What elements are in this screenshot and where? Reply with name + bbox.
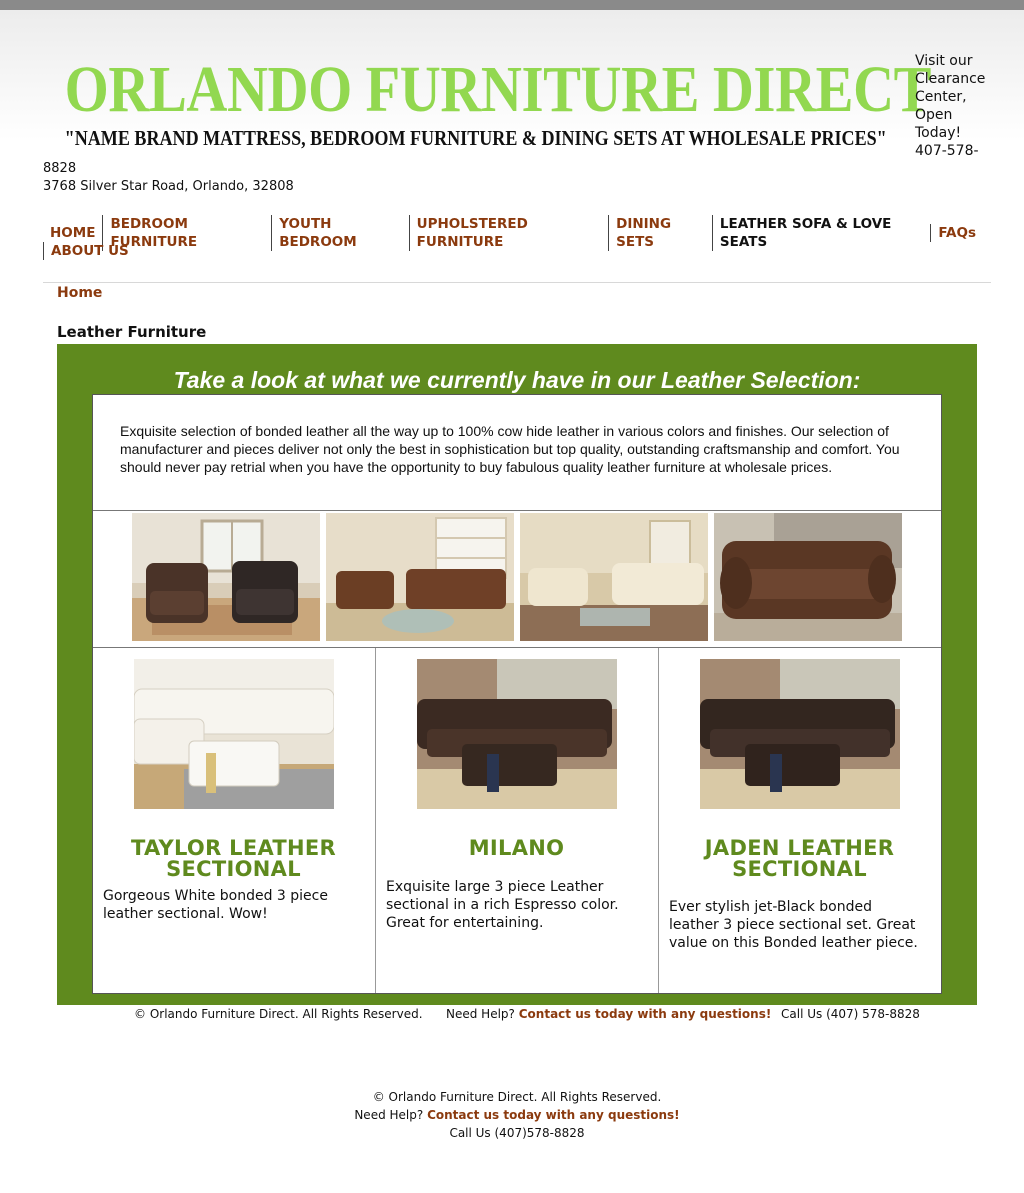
column-divider [658,648,659,993]
clearance-line: Open [915,107,953,123]
black-sectional-photo[interactable] [700,659,900,809]
product-title[interactable]: JADEN LEATHER SECTIONAL [658,838,941,880]
nav-home[interactable]: HOME [43,224,102,242]
nav-about-us[interactable]: ABOUT US [43,242,136,260]
footer-help-label: Need Help? [446,1007,515,1021]
clearance-line: 407-578- [915,143,979,159]
footer-help: Need Help? Contact us today with any que… [0,1106,1024,1124]
product-description: Exquisite large 3 piece Leather sectiona… [386,879,619,931]
store-address: 8828 3768 Silver Star Road, Orlando, 328… [43,160,294,196]
product-description: Ever stylish jet-Black bonded leather 3 … [669,899,918,951]
product-title-line: TAYLOR LEATHER [130,836,337,860]
clearance-notice: Visit our Clearance Center, Open Today! … [915,52,1015,160]
nav-row: HOME BEDROOM FURNITURE YOUTH BEDROOM UPH… [43,215,983,251]
top-bar [0,0,1024,10]
address-line: 3768 Silver Star Road, Orlando, 32808 [43,179,294,194]
nav-faqs[interactable]: FAQs [930,224,983,242]
breadcrumb-home[interactable]: Home [57,284,102,302]
brown-sofa-set-photo [326,513,514,641]
nav-leather-sofa[interactable]: LEATHER SOFA & LOVE SEATS [711,215,930,251]
main-nav: HOME BEDROOM FURNITURE YOUTH BEDROOM UPH… [43,215,983,260]
product-title[interactable]: TAYLOR LEATHER SECTIONAL [92,838,375,880]
divider [93,510,941,511]
brown-sofa-photo [714,513,902,641]
footer-help: Need Help? Contact us today with any que… [446,1005,771,1023]
espresso-sectional-photo[interactable] [417,659,617,809]
promo-heading: Take a look at what we currently have in… [173,367,861,393]
footer-copyright: © Orlando Furniture Direct. All Rights R… [372,1090,662,1104]
clearance-line: Center, [915,89,967,105]
intro-text: Exquisite selection of bonded leather al… [120,423,900,475]
nav-dining-sets[interactable]: DINING SETS [608,215,712,251]
footer-contact-link[interactable]: Contact us today with any questions! [427,1108,680,1122]
product-description: Gorgeous White bonded 3 piece leather se… [103,888,328,922]
footer-contact-link[interactable]: Contact us today with any questions! [519,1007,772,1021]
leather-armchairs-photo [132,513,320,641]
nav-upholstered-furniture[interactable]: UPHOLSTERED FURNITURE [408,215,608,251]
product-title-line: SECTIONAL [166,857,301,881]
address-line: 8828 [43,161,77,176]
site-title[interactable]: ORLANDO FURNITURE DIRECT [65,50,932,130]
clearance-line: Today! [915,125,962,141]
clearance-line: Visit our [915,53,973,69]
clearance-line: Clearance [915,71,986,87]
product-title-line: JADEN LEATHER [704,836,895,860]
cream-sofa-set-photo [520,513,708,641]
nav-youth-bedroom[interactable]: YOUTH BEDROOM [271,215,408,251]
column-divider [375,648,376,993]
product-title-line: MILANO [468,836,565,860]
product-title[interactable]: MILANO [375,838,658,859]
footer-copyright: © Orlando Furniture Direct. All Rights R… [134,1007,423,1021]
footer-help-label: Need Help? [354,1108,424,1122]
divider [43,282,991,283]
white-sectional-photo[interactable] [134,659,334,809]
product-title-line: SECTIONAL [732,857,867,881]
footer-phone: Call Us (407)578-8828 [449,1126,585,1140]
site-tagline: "NAME BRAND MATTRESS, BEDROOM FURNITURE … [64,126,887,150]
divider [93,647,941,648]
footer-phone: Call Us (407) 578-8828 [781,1007,920,1021]
page-title: Leather Furniture [57,323,207,341]
site-footer: © Orlando Furniture Direct. All Rights R… [0,1088,1024,1142]
